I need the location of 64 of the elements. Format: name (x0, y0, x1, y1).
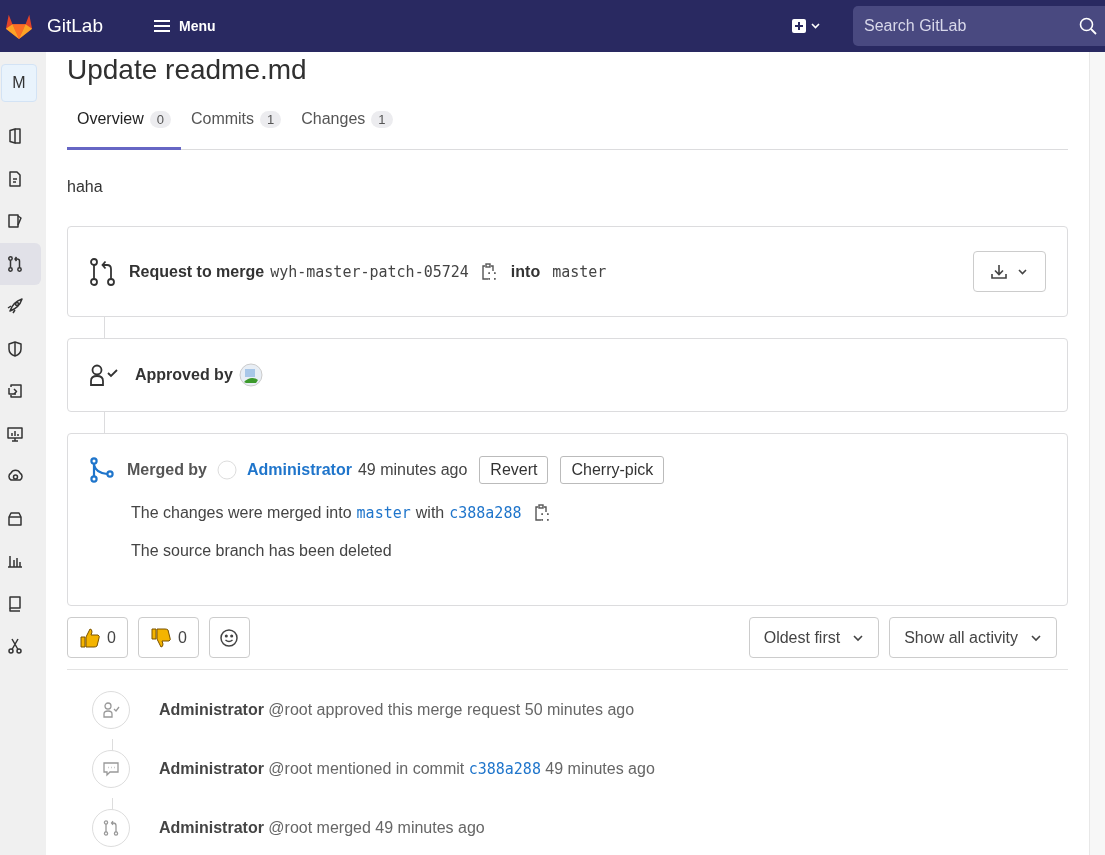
comment-icon (92, 749, 130, 788)
merge-request-icon (92, 808, 130, 847)
thumbs-down-icon (149, 626, 172, 649)
caret-icon (1030, 633, 1042, 642)
branch-link[interactable]: master (356, 504, 411, 522)
merged-time: 49 minutes ago (357, 461, 468, 479)
copy-icon[interactable] (480, 262, 497, 281)
project-avatar[interactable]: M (1, 64, 37, 102)
activity-text: Administrator @root approved this merge request 50 minutes ago (159, 700, 635, 719)
branch-deleted-text: The source branch has been deleted (131, 542, 392, 560)
activity-text: Administrator @root mentioned in commit c388a288 49 minutes ago (159, 759, 655, 778)
broken-image-avatar-icon[interactable] (238, 363, 263, 387)
package-icon (6, 509, 24, 528)
caret-icon (852, 633, 865, 642)
commit-link[interactable]: c388a288 (468, 759, 541, 778)
rocket-icon (6, 297, 24, 316)
merge-icon (89, 457, 115, 483)
tab[interactable]: Commits 1 (180, 98, 292, 150)
menu-icon (153, 19, 171, 33)
copy-icon[interactable] (534, 504, 551, 522)
with-text: with (415, 504, 445, 522)
tab[interactable]: Changes 1 (291, 98, 403, 150)
count-badge: 1 (260, 110, 282, 128)
menu-button[interactable]: Menu (149, 14, 220, 38)
plus-caret-icon (791, 18, 823, 34)
brand-name[interactable]: GitLab (47, 15, 103, 37)
source-branch: wyh-master-patch-05724 (270, 262, 469, 281)
sort-dropdown[interactable]: Show all activity (889, 617, 1057, 658)
page-title: Update readme.md (67, 54, 308, 86)
user-check-icon (92, 690, 130, 729)
reaction-button[interactable]: 0 (137, 617, 199, 658)
action-button[interactable]: Cherry-pick (560, 456, 665, 484)
tab[interactable]: Overview 0 (67, 98, 181, 150)
commit-link[interactable]: c388a288 (449, 504, 522, 522)
merged-into-text: The changes were merged into (131, 504, 352, 522)
wiki-icon (6, 594, 24, 613)
into-label: into (510, 262, 541, 281)
activity-text: Administrator @root merged 49 minutes ago (159, 818, 485, 837)
merge-icon (6, 254, 24, 273)
count-badge: 0 (149, 110, 171, 128)
description-text: haha (67, 178, 104, 196)
merged-by-label: Merged by (127, 461, 207, 479)
merge-request-icon (89, 256, 117, 287)
count-badge: 1 (371, 110, 393, 128)
search-icon (1079, 17, 1097, 35)
scrollbar[interactable] (1089, 52, 1105, 855)
thumbs-up-icon (79, 626, 101, 649)
action-button[interactable]: Revert (479, 456, 549, 484)
shield-icon (6, 339, 24, 358)
issues-icon (6, 169, 24, 188)
author-link[interactable]: Administrator (247, 461, 352, 479)
add-reaction-button[interactable] (208, 617, 250, 658)
target-branch-link[interactable]: master (552, 262, 607, 281)
approved-label: Approved by (135, 366, 233, 384)
avatar-icon (217, 460, 237, 480)
smiley-icon (219, 627, 240, 648)
merge-nav-item[interactable] (0, 242, 41, 285)
merge-label: Request to merge (129, 262, 265, 281)
sort-dropdown[interactable]: Oldest first (748, 617, 880, 658)
reaction-button[interactable]: 0 (67, 617, 128, 658)
download-dropdown-button[interactable] (973, 251, 1046, 292)
monitor-icon (6, 424, 24, 443)
download-caret-icon (989, 262, 1030, 281)
search-field[interactable]: Search GitLab (853, 6, 1105, 46)
